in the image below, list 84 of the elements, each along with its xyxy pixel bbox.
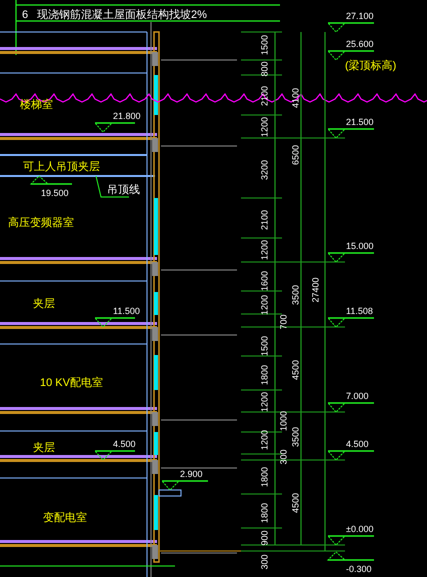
dimension-text: 6500 xyxy=(290,144,300,166)
dimension-text: 1000 xyxy=(278,410,288,432)
elevation-label: 27.100 xyxy=(346,11,374,21)
column-section xyxy=(152,545,158,559)
dimension-text: 1800 xyxy=(259,502,270,524)
dimension-text: 1800 xyxy=(259,466,270,488)
elevation-marker xyxy=(160,480,208,491)
dimension-text: 1200 xyxy=(259,430,270,450)
dimension-text: 1500 xyxy=(259,336,270,356)
column-section xyxy=(152,262,158,276)
elevation-label: 19.500 xyxy=(41,188,69,198)
dimension-text: 3500 xyxy=(290,284,300,306)
room-label: 变配电室 xyxy=(43,512,87,524)
elevation-marker xyxy=(30,175,72,185)
dimension-text: 4100 xyxy=(290,88,300,108)
leader-line xyxy=(96,176,130,198)
dimension-text: 4500 xyxy=(290,360,300,380)
dimension-text: 1600 xyxy=(259,270,270,292)
dimension-text: 900 xyxy=(259,530,270,546)
leader-label: 吊顶线 xyxy=(107,184,140,196)
elevation-label: 21.800 xyxy=(113,111,141,121)
dimension-text: 1200 xyxy=(259,116,270,138)
dimension-text: 1200 xyxy=(259,240,270,260)
elevation-marker xyxy=(326,22,374,33)
room-label: 高压变频器室 xyxy=(8,217,74,229)
dimension-text: 2100 xyxy=(259,210,270,230)
room-label: 夹层 xyxy=(33,442,55,454)
dimension-text: 27400 xyxy=(310,277,320,303)
window-glass xyxy=(154,292,158,315)
dimension-text: 300 xyxy=(259,554,270,570)
elevation-label: 4.500 xyxy=(346,439,369,449)
column-section xyxy=(152,327,158,341)
elevation-marker xyxy=(326,50,374,61)
dimension-text: 700 xyxy=(278,314,288,330)
room-label: 可上人吊顶夹层 xyxy=(23,161,100,173)
window-glass xyxy=(154,432,158,455)
dimension-tick xyxy=(240,114,282,116)
window-glass xyxy=(154,198,158,255)
elevation-label: 4.500 xyxy=(113,439,136,449)
elevation-marker xyxy=(326,317,374,328)
elevation-marker xyxy=(326,402,374,413)
dimension-text: 1800 xyxy=(259,364,270,386)
room-label: 楼梯室 xyxy=(20,99,53,111)
column-section xyxy=(152,460,158,474)
elevation-label: 21.500 xyxy=(346,117,374,127)
dimension-text: 3500 xyxy=(290,426,300,448)
dimension-tick xyxy=(240,290,282,292)
dimension-text: 1500 xyxy=(259,34,270,56)
elevation-marker xyxy=(326,450,374,461)
dimension-text: 4500 xyxy=(290,492,300,514)
dimension-text: 300 xyxy=(278,449,288,465)
elevation-label: -0.300 xyxy=(346,564,372,574)
elevation-marker xyxy=(326,551,374,561)
window-glass xyxy=(154,75,158,115)
beam-note: (梁顶标高) xyxy=(345,60,396,72)
dimension-text: 1200 xyxy=(259,294,270,316)
room-label: 10 KV配电室 xyxy=(40,377,103,389)
elevation-label: 15.000 xyxy=(346,241,374,251)
note-text: 现浇钢筋混凝土屋面板结构找坡2% xyxy=(37,9,207,21)
elevation-marker xyxy=(94,450,135,461)
elevation-label: 7.000 xyxy=(346,391,369,401)
elevation-marker xyxy=(94,122,135,133)
elevation-marker xyxy=(326,252,374,263)
dimension-text: 800 xyxy=(259,61,270,77)
dimension-text: 2100 xyxy=(259,86,270,106)
dimension-text: 3200 xyxy=(259,160,270,180)
elevation-label: ±0.000 xyxy=(346,524,374,534)
column-section xyxy=(152,138,158,152)
window-glass xyxy=(154,495,158,530)
canopy-outline xyxy=(158,490,182,496)
room-label: 夹层 xyxy=(33,298,55,310)
note-number: 6 xyxy=(22,9,28,21)
elevation-marker xyxy=(326,128,374,139)
dimension-tick xyxy=(240,74,282,76)
dimension-text: 1200 xyxy=(259,392,270,412)
elevation-marker xyxy=(94,317,135,328)
window-glass xyxy=(154,355,158,390)
elevation-label: 11.508 xyxy=(346,306,373,316)
column-section xyxy=(152,412,158,426)
elevation-label: 2.900 xyxy=(180,469,203,479)
column-section xyxy=(152,52,158,66)
elevation-label: 11.500 xyxy=(113,306,140,316)
elevation-marker xyxy=(326,535,374,546)
elevation-label: 25.600 xyxy=(346,39,374,49)
